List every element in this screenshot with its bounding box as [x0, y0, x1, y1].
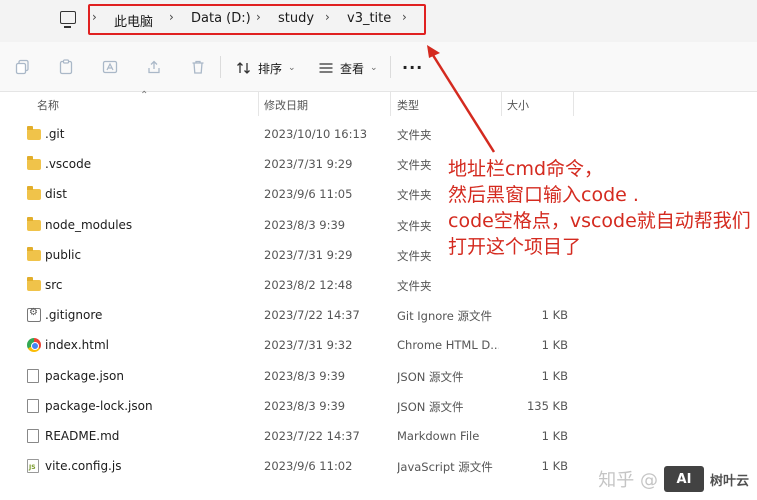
annotation-line: 打开这个项目了 — [448, 236, 582, 258]
sort-label: 排序 — [258, 61, 283, 76]
file-type: JSON 源文件 — [397, 399, 464, 414]
annotation-line: 然后黑窗口输入code . — [448, 184, 639, 206]
watermark: 知乎 @ AI 树叶云 — [598, 466, 749, 492]
copy-icon[interactable] — [15, 59, 31, 75]
address-bar: › 此电脑 › Data (D:) › study › v3_tite › — [0, 0, 757, 42]
file-size: 1 KB — [541, 368, 568, 383]
file-row[interactable]: package-lock.json 2023/8/3 9:39 JSON 源文件… — [0, 391, 757, 421]
rename-icon[interactable] — [102, 59, 118, 75]
command-bar: 排序 ⌄ 查看 ⌄ ··· — [0, 42, 757, 92]
annotation-line: code空格点，vscode就自动帮我们 — [448, 210, 751, 232]
folder-icon — [27, 246, 41, 261]
file-row[interactable]: index.html 2023/7/31 9:32 Chrome HTML D.… — [0, 330, 757, 360]
file-row[interactable]: package.json 2023/8/3 9:39 JSON 源文件 1 KB — [0, 361, 757, 391]
gear-file-icon — [27, 307, 41, 323]
file-name: src — [45, 277, 63, 292]
computer-icon[interactable] — [60, 11, 76, 28]
column-name[interactable]: 名称 — [37, 97, 59, 113]
more-options-button[interactable]: ··· — [402, 58, 423, 77]
view-label: 查看 — [340, 61, 365, 76]
annotation-text: 地址栏cmd命令， 然后黑窗口输入code . code空格点，vscode就自… — [448, 156, 751, 260]
sort-button[interactable]: 排序 ⌄ — [236, 59, 296, 77]
file-row[interactable]: .git 2023/10/10 16:13 文件夹 — [0, 119, 757, 149]
file-row[interactable]: .gitignore 2023/7/22 14:37 Git Ignore 源文… — [0, 300, 757, 330]
file-name: package.json — [45, 368, 125, 383]
file-date: 2023/7/31 9:29 — [264, 157, 353, 172]
file-name: node_modules — [45, 217, 133, 232]
file-name: README.md — [45, 428, 120, 443]
file-name: index.html — [45, 338, 109, 353]
file-type: 文件夹 — [397, 278, 432, 293]
folder-icon — [27, 276, 41, 291]
column-type[interactable]: 类型 — [397, 97, 419, 113]
file-row[interactable]: src 2023/8/2 12:48 文件夹 — [0, 270, 757, 300]
file-type: Chrome HTML D... — [397, 338, 499, 353]
sort-icon — [237, 62, 250, 74]
column-size[interactable]: 大小 — [507, 97, 529, 113]
file-date: 2023/8/2 12:48 — [264, 277, 353, 292]
chevron-down-icon: ⌄ — [370, 63, 378, 73]
folder-icon — [27, 156, 41, 171]
sort-ascending-icon: ⌃ — [140, 90, 149, 101]
file-type: Markdown File — [397, 428, 480, 443]
chevron-down-icon: ⌄ — [288, 63, 296, 73]
file-size: 1 KB — [541, 428, 568, 443]
folder-icon — [27, 186, 41, 201]
column-modified[interactable]: 修改日期 — [264, 97, 308, 113]
address-highlight-box — [88, 4, 426, 35]
watermark-logo: AI — [663, 466, 704, 492]
paste-icon[interactable] — [58, 59, 74, 75]
file-name: vite.config.js — [45, 459, 122, 474]
file-name: .gitignore — [45, 308, 103, 323]
js-file-icon — [27, 459, 39, 474]
file-type: Git Ignore 源文件 — [397, 309, 492, 324]
file-size: 1 KB — [541, 308, 568, 323]
toolbar-divider — [220, 56, 221, 78]
file-date: 2023/9/6 11:02 — [264, 459, 353, 474]
file-date: 2023/8/3 9:39 — [264, 368, 346, 383]
document-icon — [27, 398, 39, 413]
view-list-icon — [319, 63, 333, 73]
column-divider[interactable] — [501, 92, 502, 116]
file-size: 1 KB — [541, 459, 568, 474]
delete-icon[interactable] — [190, 59, 206, 75]
file-size: 135 KB — [526, 398, 568, 413]
annotation-line: 地址栏cmd命令， — [448, 158, 604, 180]
view-button[interactable]: 查看 ⌄ — [318, 59, 378, 77]
document-icon — [27, 368, 39, 383]
file-type: JSON 源文件 — [397, 369, 464, 384]
document-icon — [27, 428, 39, 443]
file-type: JavaScript 源文件 — [397, 460, 493, 475]
column-header: ⌃ 名称 修改日期 类型 大小 — [0, 90, 757, 116]
toolbar-divider — [390, 56, 391, 78]
file-date: 2023/7/31 9:29 — [264, 247, 353, 262]
column-divider[interactable] — [573, 92, 574, 116]
file-date: 2023/7/22 14:37 — [264, 308, 360, 323]
file-name: dist — [45, 187, 67, 202]
file-date: 2023/8/3 9:39 — [264, 217, 346, 232]
chrome-icon — [27, 338, 41, 353]
share-icon[interactable] — [146, 59, 162, 75]
file-date: 2023/9/6 11:05 — [264, 187, 353, 202]
file-type: 文件夹 — [397, 128, 432, 142]
column-divider[interactable] — [258, 92, 259, 116]
watermark-name: 树叶云 — [709, 473, 749, 489]
file-date: 2023/10/10 16:13 — [264, 127, 368, 141]
file-name: .git — [45, 127, 65, 141]
file-name: public — [45, 247, 82, 262]
file-date: 2023/7/31 9:32 — [264, 338, 353, 353]
file-name: package-lock.json — [45, 398, 153, 413]
file-name: .vscode — [45, 157, 92, 172]
file-size: 1 KB — [541, 338, 568, 353]
column-divider[interactable] — [390, 92, 391, 116]
file-date: 2023/8/3 9:39 — [264, 398, 346, 413]
file-date: 2023/7/22 14:37 — [264, 428, 360, 443]
file-row[interactable]: README.md 2023/7/22 14:37 Markdown File … — [0, 421, 757, 451]
folder-icon — [27, 126, 41, 140]
watermark-text: 知乎 @ — [598, 470, 658, 491]
folder-icon — [27, 216, 41, 231]
